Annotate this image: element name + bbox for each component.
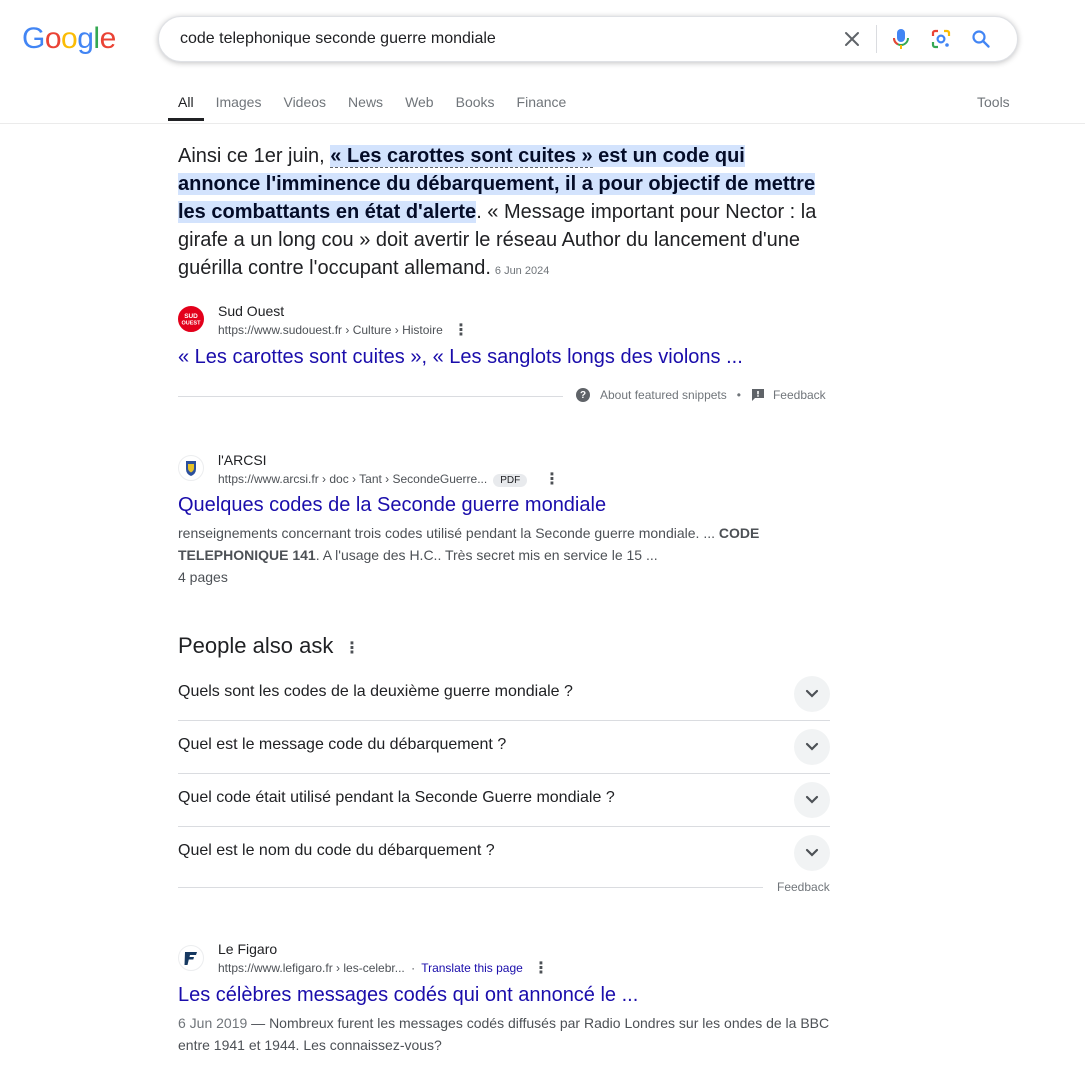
lens-search-button[interactable] <box>921 17 961 61</box>
footer-bullet: • <box>736 388 741 402</box>
voice-search-button[interactable] <box>881 17 921 61</box>
site-url: https://www.lefigaro.fr › les-celebr... … <box>218 961 523 975</box>
search-button[interactable] <box>961 17 1001 61</box>
logo-letter: o <box>44 22 62 55</box>
tab-web[interactable]: Web <box>405 92 434 121</box>
paa-question-text[interactable]: Quel est le nom du code du débarquement … <box>178 842 495 860</box>
svg-text:OUEST: OUEST <box>181 321 201 327</box>
lefigaro-logo-icon <box>184 952 197 965</box>
lefigaro-favicon <box>178 945 204 971</box>
translate-page-link[interactable]: Translate this page <box>421 961 523 975</box>
more-options-icon[interactable]: ⋮ <box>453 320 469 340</box>
result-title-link[interactable]: « Les carottes sont cuites », « Les sang… <box>178 346 743 369</box>
site-url[interactable]: https://www.sudouest.fr › Culture › Hist… <box>218 323 443 337</box>
expand-button[interactable] <box>794 676 830 712</box>
feedback-link[interactable]: Feedback <box>777 880 830 894</box>
url-separator: · <box>411 961 416 975</box>
close-icon <box>845 32 859 46</box>
paa-question-text[interactable]: Quels sont les codes de la deuxième guer… <box>178 683 573 701</box>
tab-news[interactable]: News <box>348 92 383 121</box>
result-title-link[interactable]: Quelques codes de la Seconde guerre mond… <box>178 494 606 517</box>
microphone-icon <box>893 29 909 49</box>
paa-question[interactable]: Quel est le message code du débarquement… <box>178 721 830 774</box>
site-url[interactable]: https://www.arcsi.fr › doc › Tant › Seco… <box>218 472 528 487</box>
page-count: 4 pages <box>178 569 228 585</box>
people-also-ask-title: People also ask <box>178 633 334 658</box>
google-logo[interactable]: Google <box>22 22 116 56</box>
site-name[interactable]: Le Figaro <box>218 941 277 957</box>
paa-question-text[interactable]: Quel code était utilisé pendant la Secon… <box>178 789 615 807</box>
expand-button[interactable] <box>794 835 830 871</box>
chevron-down-icon <box>805 848 819 857</box>
search-icon <box>972 30 990 48</box>
desc-text: . A l'usage des H.C.. Très secret mis en… <box>315 547 658 563</box>
arcsi-crest-icon <box>186 461 196 476</box>
logo-letter: e <box>99 22 117 55</box>
expand-button[interactable] <box>794 782 830 818</box>
logo-letter: o <box>61 22 78 55</box>
result-title-link[interactable]: Les célèbres messages codés qui ont anno… <box>178 984 638 1007</box>
header-divider <box>0 123 1085 124</box>
paa-question[interactable]: Quel code était utilisé pendant la Secon… <box>178 774 830 827</box>
divider <box>876 25 877 53</box>
pdf-badge: PDF <box>493 474 528 487</box>
result-description: 6 Jun 2019 — Nombreux furent les message… <box>178 1012 830 1056</box>
arcsi-favicon <box>178 455 204 481</box>
snippet-divider <box>178 396 563 397</box>
snippet-footer: ? About featured snippets • Feedback <box>576 388 826 402</box>
tab-finance[interactable]: Finance <box>517 92 567 121</box>
tab-videos[interactable]: Videos <box>283 92 326 121</box>
help-icon: ? <box>576 388 590 402</box>
sudouest-logo-icon: SUD OUEST <box>181 313 201 327</box>
paa-question[interactable]: Quel est le nom du code du débarquement … <box>178 827 830 880</box>
chevron-down-icon <box>805 795 819 804</box>
tab-books[interactable]: Books <box>456 92 495 121</box>
site-name[interactable]: l'ARCSI <box>218 452 267 468</box>
result-description: renseignements concernant trois codes ut… <box>178 522 830 566</box>
tools-button[interactable]: Tools <box>977 94 1010 110</box>
snippet-date: 6 Jun 2024 <box>494 265 550 277</box>
logo-letter: G <box>22 22 45 55</box>
search-input[interactable]: code telephonique seconde guerre mondial… <box>180 30 496 48</box>
more-options-icon[interactable]: ⋮ <box>344 638 360 658</box>
site-url-text[interactable]: https://www.arcsi.fr › doc › Tant › Seco… <box>218 472 487 486</box>
sudouest-favicon: SUD OUEST <box>178 306 204 332</box>
svg-text:SUD: SUD <box>184 313 198 320</box>
desc-text: renseignements concernant trois codes ut… <box>178 525 719 541</box>
camera-lens-icon <box>931 29 951 49</box>
feedback-link[interactable]: Feedback <box>773 388 826 402</box>
paa-question-text[interactable]: Quel est le message code du débarquement… <box>178 736 506 754</box>
feedback-icon <box>751 389 764 401</box>
logo-letter: g <box>77 22 94 55</box>
desc-text: — Nombreux furent les messages codés dif… <box>178 1015 830 1053</box>
snippet-lead: Ainsi ce 1er juin, <box>178 145 331 167</box>
tab-images[interactable]: Images <box>216 92 262 121</box>
paa-question[interactable]: Quels sont les codes de la deuxième guer… <box>178 668 830 721</box>
result-date: 6 Jun 2019 <box>178 1015 248 1031</box>
about-featured-snippets-link[interactable]: About featured snippets <box>600 388 727 402</box>
snippet-highlight-quote[interactable]: « Les carottes sont cuites » <box>330 145 593 168</box>
site-url-text[interactable]: https://www.lefigaro.fr › les-celebr... <box>218 961 405 975</box>
clear-search-button[interactable] <box>832 17 872 61</box>
search-tabs: All Images Videos News Web Books Finance <box>168 92 588 123</box>
more-options-icon[interactable]: ⋮ <box>533 958 549 978</box>
chevron-down-icon <box>805 689 819 698</box>
site-name[interactable]: Sud Ouest <box>218 303 284 319</box>
paa-footer-divider <box>178 887 763 888</box>
search-box[interactable]: code telephonique seconde guerre mondial… <box>158 16 1018 62</box>
search-actions <box>832 17 1001 61</box>
more-options-icon[interactable]: ⋮ <box>544 469 560 489</box>
chevron-down-icon <box>805 742 819 751</box>
featured-snippet-text: Ainsi ce 1er juin, « Les carottes sont c… <box>178 142 828 285</box>
expand-button[interactable] <box>794 729 830 765</box>
tab-all[interactable]: All <box>168 92 204 121</box>
